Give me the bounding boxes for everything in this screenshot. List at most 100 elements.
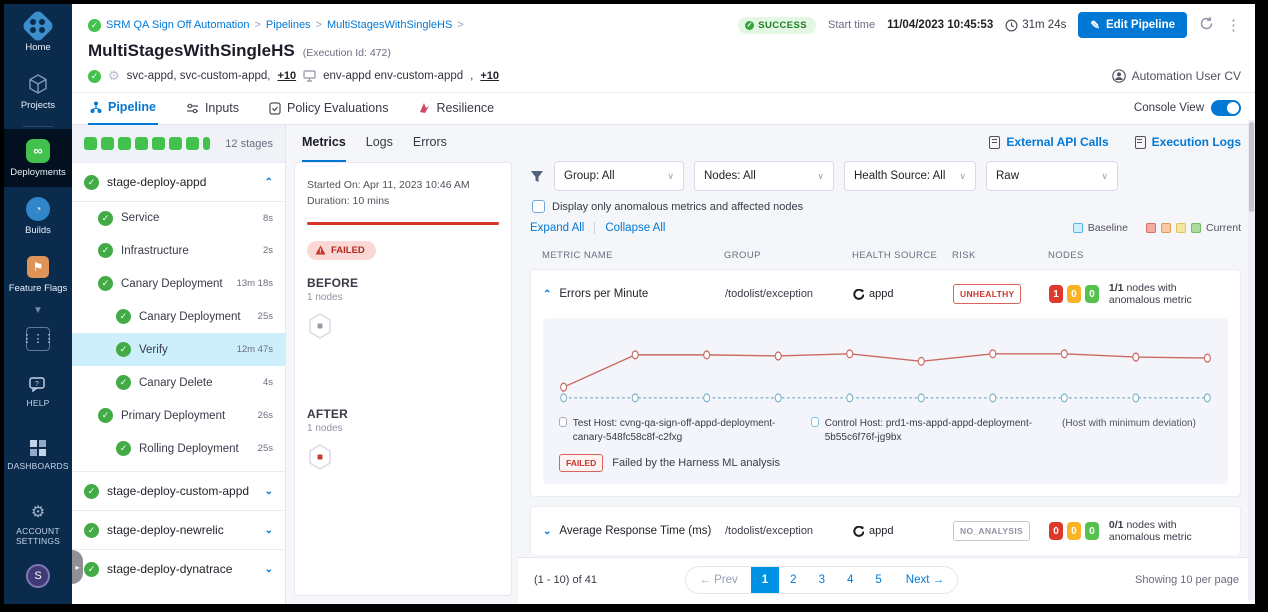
tab-errors[interactable]: Errors [413,135,447,162]
after-node-hexagon[interactable] [307,444,333,470]
anomalous-only-checkbox[interactable] [532,200,545,213]
test-host-item: Test Host: cvng-qa-sign-off-appd-deploym… [559,417,795,444]
expand-all-link[interactable]: Expand All [530,222,584,234]
step-row-service[interactable]: ✓ Service 8s [72,201,285,234]
pagination-summary: (1 - 10) of 41 [534,574,597,586]
group-filter-dropdown[interactable]: Group: All∨ [554,161,684,191]
chevron-down-icon[interactable]: ⌄ [265,564,273,575]
page-button-2[interactable]: 2 [779,567,807,593]
verification-progress-bar [307,222,499,225]
collapse-all-link[interactable]: Collapse All [605,222,665,234]
chevron-down-icon[interactable]: ⌄ [543,526,551,537]
home-icon [25,13,51,39]
breadcrumb-project[interactable]: SRM QA Sign Off Automation [106,19,249,31]
tab-policy-label: Policy Evaluations [287,101,388,115]
avatar[interactable]: S [26,564,50,588]
pager: ← Prev 1 2 3 4 5 Next → [685,566,958,594]
status-badge: ✓SUCCESS [738,17,816,34]
tab-resilience-label: Resilience [436,101,494,115]
environments-more-link[interactable]: +10 [480,70,499,82]
tab-pipeline[interactable]: Pipeline [88,100,158,125]
document-icon [1135,136,1146,149]
execution-logs-link[interactable]: Execution Logs [1135,135,1241,149]
sidebar-item-feature-flags[interactable]: ⚑ Feature Flags [4,245,72,303]
services-more-link[interactable]: +10 [277,70,296,82]
nav-more-chevron-icon[interactable]: ▼ [33,303,43,318]
projects-icon [25,71,51,97]
page-button-5[interactable]: 5 [864,567,892,593]
step-row-verify[interactable]: ✓ Verify 12m 47s [72,333,285,366]
prev-page-button[interactable]: ← Prev [686,567,750,593]
node-count-yellow: 0 [1067,522,1081,540]
sidebar-item-home[interactable]: Home [4,4,72,62]
breadcrumb-pipeline[interactable]: MultiStagesWithSingleHS [327,19,452,31]
step-label: Canary Delete [139,377,213,389]
step-row-infrastructure[interactable]: ✓ Infrastructure 2s [72,234,285,267]
stage-row-appd[interactable]: ✓ stage-deploy-appd ⌃ [72,162,285,201]
success-check-icon: ✓ [116,309,131,324]
services-list: svc-appd, svc-custom-appd, [127,70,271,82]
chevron-down-icon[interactable]: ⌄ [265,486,273,497]
sidebar-item-label: Projects [21,101,55,112]
step-row-canary-deployment-group[interactable]: ✓ Canary Deployment 13m 18s [72,267,285,300]
page-button-1[interactable]: 1 [751,567,779,593]
tab-resilience[interactable]: Resilience [416,101,496,124]
page-button-3[interactable]: 3 [808,567,836,593]
step-row-rolling-deployment[interactable]: ✓ Rolling Deployment 25s [72,432,285,465]
app-window: Home Projects ∞ Deployments ◔ Builds ⚑ F… [4,4,1255,604]
success-check-icon: ✓ [116,342,131,357]
breadcrumb: ✓ SRM QA Sign Off Automation > Pipelines… [88,19,464,32]
module-selector[interactable]: ⋮⋮⋮ [4,318,72,359]
tab-policy-evaluations[interactable]: Policy Evaluations [267,101,390,124]
step-row-canary-delete[interactable]: ✓ Canary Delete 4s [72,366,285,399]
step-row-primary-deployment[interactable]: ✓ Primary Deployment 26s [72,399,285,432]
nodes-filter-dropdown[interactable]: Nodes: All∨ [694,161,834,191]
tab-logs[interactable]: Logs [366,135,393,162]
stage-row-dynatrace[interactable]: ✓ stage-deploy-dynatrace ⌄ [72,549,285,588]
environments-icon [303,70,316,82]
vertical-scrollbar[interactable] [1248,120,1255,600]
chevron-down-icon[interactable]: ⌄ [265,525,273,536]
chevron-up-icon[interactable]: ⌃ [543,289,551,300]
breadcrumb-pipelines[interactable]: Pipelines [266,19,311,31]
page-button-4[interactable]: 4 [836,567,864,593]
tab-metrics[interactable]: Metrics [302,135,346,162]
step-label: Verify [139,344,168,356]
metric-chart-svg[interactable] [553,332,1218,410]
sidebar-item-dashboards[interactable]: DASHBOARDS [4,430,72,479]
filter-icon[interactable] [530,170,544,183]
step-row-canary-deployment[interactable]: ✓ Canary Deployment 25s [72,300,285,333]
chevron-down-icon: ∨ [653,171,674,182]
chevron-up-icon[interactable]: ⌃ [265,177,273,188]
external-api-calls-link[interactable]: External API Calls [989,135,1108,149]
node-count-red: 1 [1049,285,1063,303]
sidebar-item-deployments[interactable]: ∞ Deployments [4,129,72,187]
sidebar-item-account-settings[interactable]: ⚙ ACCOUNT SETTINGS [4,493,72,554]
stage-row-newrelic[interactable]: ✓ stage-deploy-newrelic ⌄ [72,510,285,549]
raw-filter-dropdown[interactable]: Raw∨ [986,161,1118,191]
sidebar-item-help[interactable]: ? HELP [4,367,72,416]
help-label: HELP [26,398,49,408]
health-source-name: appd [869,288,893,300]
scrollbar-thumb[interactable] [1249,122,1254,212]
step-label: Service [121,212,159,224]
console-view-label: Console View [1134,102,1204,114]
breadcrumb-separator: > [457,19,463,31]
before-node-hexagon[interactable] [307,313,333,339]
refresh-button[interactable] [1199,16,1214,35]
edit-pipeline-button[interactable]: ✎ Edit Pipeline [1078,12,1187,38]
step-label: Rolling Deployment [139,443,239,455]
sidebar-item-projects[interactable]: Projects [4,62,72,120]
stage-row-custom-appd[interactable]: ✓ stage-deploy-custom-appd ⌄ [72,471,285,510]
test-host-checkbox[interactable] [559,417,567,427]
sidebar-item-label: Feature Flags [9,284,68,295]
more-options-button[interactable]: ⋮ [1226,16,1241,34]
sidebar-item-builds[interactable]: ◔ Builds [4,187,72,245]
console-view-toggle[interactable] [1211,100,1241,116]
health-source-filter-dropdown[interactable]: Health Source: All∨ [844,161,976,191]
control-host-checkbox[interactable] [811,417,819,427]
next-page-button[interactable]: Next → [893,567,957,593]
control-host-item: Control Host: prd1-ms-appd-appd-deployme… [811,417,1047,444]
tab-inputs[interactable]: Inputs [184,101,241,124]
triggered-by: Automation User CV [1112,69,1241,83]
